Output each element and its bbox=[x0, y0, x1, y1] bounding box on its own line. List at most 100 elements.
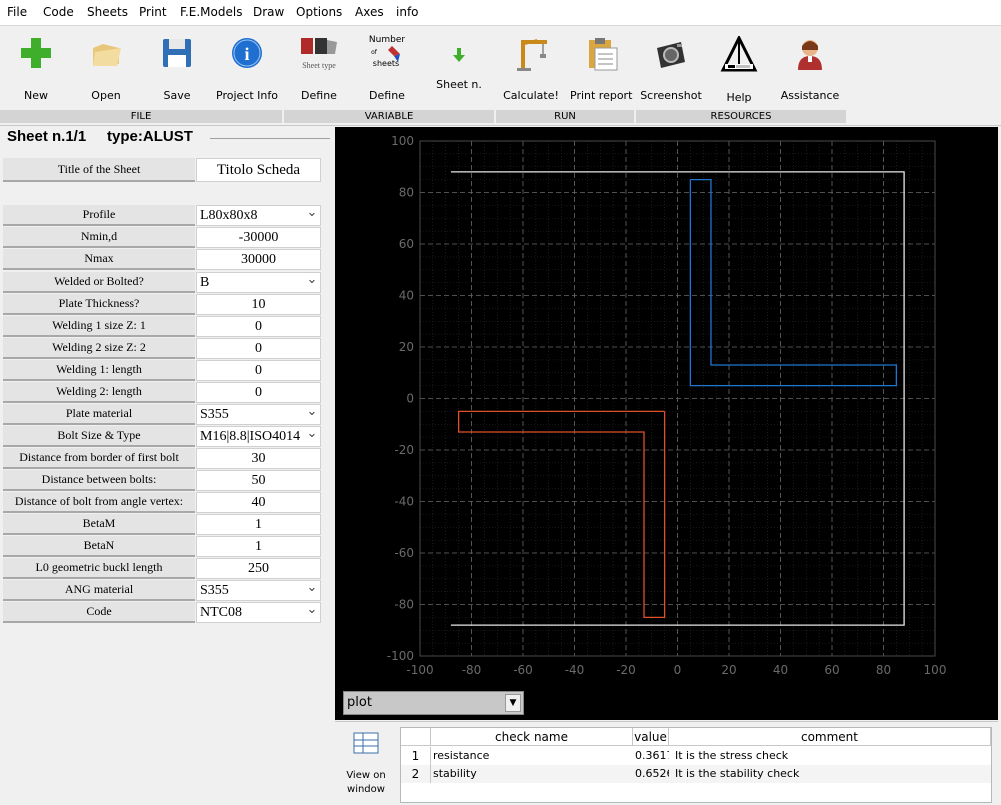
menu-info[interactable]: info bbox=[396, 5, 419, 19]
param-input[interactable]: 250 bbox=[196, 558, 321, 579]
param-input[interactable]: 0 bbox=[196, 338, 321, 359]
chevron-down-icon: ⌄ bbox=[304, 581, 320, 600]
view-on-window-button[interactable]: View on window bbox=[335, 728, 397, 804]
chevron-down-icon: ⌄ bbox=[304, 206, 320, 225]
comment-cell: It is the stability check bbox=[669, 765, 991, 783]
assistance-label: Assistance bbox=[780, 89, 840, 102]
param-dropdown[interactable]: M16|8.8|ISO4014 ⌄ bbox=[196, 426, 321, 447]
sheet-type-icon: Sheet type bbox=[301, 38, 337, 70]
column-header-value[interactable]: value bbox=[633, 728, 669, 746]
y-tick-label: 60 bbox=[399, 237, 414, 251]
title-of-sheet-input[interactable]: Titolo Scheda bbox=[196, 158, 321, 182]
new-label: New bbox=[24, 89, 48, 102]
svg-text:Sheet type: Sheet type bbox=[302, 61, 336, 70]
x-tick-label: 100 bbox=[924, 663, 947, 677]
param-dropdown[interactable]: S355 ⌄ bbox=[196, 580, 321, 601]
plot-selector-value: plot bbox=[347, 695, 372, 710]
comment-cell: It is the stress check bbox=[669, 747, 991, 765]
help-tent-icon bbox=[720, 36, 758, 72]
param-row: Plate Thickness? 10 bbox=[3, 294, 321, 315]
y-tick-label: 0 bbox=[406, 392, 414, 406]
plot-area[interactable]: -100 -80 -60 -40 -20 0 20 40 60 80 100 100 80 60 40 20 0… bbox=[335, 127, 998, 720]
assistant-icon bbox=[798, 40, 822, 70]
x-tick-label: 60 bbox=[824, 663, 839, 677]
results-panel: View on window check name value comment … bbox=[335, 721, 998, 805]
column-header-check-name[interactable]: check name bbox=[431, 728, 633, 746]
y-tick-label: -80 bbox=[394, 598, 414, 612]
x-tick-label: -100 bbox=[406, 663, 433, 677]
screenshot-label: Screenshot bbox=[640, 89, 702, 102]
param-input[interactable]: 10 bbox=[196, 294, 321, 315]
group-file: FILE bbox=[0, 110, 282, 123]
new-button[interactable]: New bbox=[12, 26, 60, 110]
param-input[interactable]: -30000 bbox=[196, 227, 321, 248]
help-button[interactable]: Help bbox=[712, 26, 766, 110]
x-tick-label: -20 bbox=[616, 663, 636, 677]
param-row: BetaN 1 bbox=[3, 536, 321, 557]
folder-icon bbox=[93, 44, 121, 66]
param-label: BetaN bbox=[3, 536, 195, 557]
define-number-sheets-button[interactable]: Number of sheets Define bbox=[360, 26, 414, 110]
param-label: Distance between bolts: bbox=[3, 470, 195, 491]
save-button[interactable]: Save bbox=[153, 26, 201, 110]
param-row: Welding 1: length 0 bbox=[3, 360, 321, 381]
print-report-button[interactable]: Print report bbox=[570, 26, 632, 110]
param-dropdown[interactable]: NTC08 ⌄ bbox=[196, 602, 321, 623]
param-input[interactable]: 30000 bbox=[196, 249, 321, 270]
param-row: Welding 2 size Z: 20 bbox=[3, 338, 321, 359]
param-label: Welding 1 size Z: 1 bbox=[3, 316, 195, 337]
param-label: Nmax bbox=[3, 249, 195, 270]
param-row: Welded or Bolted? B ⌄ bbox=[3, 272, 321, 293]
param-dropdown[interactable]: S355 ⌄ bbox=[196, 404, 321, 425]
sheet-form-panel: Sheet n.1/1 type:ALUST Title of the Shee… bbox=[0, 127, 334, 805]
assistance-button[interactable]: Assistance bbox=[780, 26, 840, 110]
param-label: L0 geometric buckl length bbox=[3, 558, 195, 579]
param-dropdown[interactable]: B ⌄ bbox=[196, 272, 321, 293]
param-input[interactable]: 30 bbox=[196, 448, 321, 469]
param-input[interactable]: 0 bbox=[196, 382, 321, 403]
help-label: Help bbox=[726, 91, 752, 104]
sheet-n-button[interactable]: Sheet n. bbox=[432, 26, 486, 110]
define-sheet-type-label: Define bbox=[301, 89, 337, 102]
chevron-down-icon: ⌄ bbox=[304, 427, 320, 446]
param-input[interactable]: 1 bbox=[196, 536, 321, 557]
param-row: Distance between bolts: 50 bbox=[3, 470, 321, 491]
x-tick-label: -60 bbox=[513, 663, 533, 677]
param-input[interactable]: 40 bbox=[196, 492, 321, 513]
param-dropdown-value: M16|8.8|ISO4014 bbox=[200, 429, 301, 444]
project-info-button[interactable]: i Project Info bbox=[214, 26, 280, 110]
check-name-cell: stability bbox=[431, 765, 633, 783]
menu-axes[interactable]: Axes bbox=[355, 5, 384, 19]
menu-draw[interactable]: Draw bbox=[253, 5, 284, 19]
menu-file[interactable]: File bbox=[7, 5, 27, 19]
param-input[interactable]: 0 bbox=[196, 316, 321, 337]
y-tick-label: 20 bbox=[399, 340, 414, 354]
menu-code[interactable]: Code bbox=[43, 5, 74, 19]
define-sheet-type-button[interactable]: Sheet type Define bbox=[292, 26, 346, 110]
param-row: Welding 1 size Z: 10 bbox=[3, 316, 321, 337]
menu-fe-models[interactable]: F.E.Models bbox=[180, 5, 242, 19]
param-label: Plate Thickness? bbox=[3, 294, 195, 315]
param-label: Distance from border of first bolt bbox=[3, 448, 195, 469]
param-dropdown-value: B bbox=[200, 275, 210, 290]
y-tick-label: 100 bbox=[391, 134, 414, 148]
menu-options[interactable]: Options bbox=[296, 5, 342, 19]
param-dropdown[interactable]: L80x80x8 ⌄ bbox=[196, 205, 321, 226]
plot-selector[interactable]: plot ▼ bbox=[343, 691, 524, 715]
title-row: Title of the Sheet Titolo Scheda bbox=[3, 158, 321, 182]
x-tick-label: -80 bbox=[462, 663, 482, 677]
screenshot-button[interactable]: Screenshot bbox=[640, 26, 702, 110]
param-input[interactable]: 1 bbox=[196, 514, 321, 535]
param-input[interactable]: 50 bbox=[196, 470, 321, 491]
svg-text:of: of bbox=[371, 49, 378, 56]
column-header-comment[interactable]: comment bbox=[669, 728, 991, 746]
menu-print[interactable]: Print bbox=[139, 5, 167, 19]
menu-sheets[interactable]: Sheets bbox=[87, 5, 128, 19]
open-button[interactable]: Open bbox=[82, 26, 130, 110]
y-tick-label: -60 bbox=[394, 546, 414, 560]
sheet-header-divider bbox=[210, 138, 330, 139]
x-tick-label: 20 bbox=[721, 663, 736, 677]
down-arrow-icon bbox=[453, 48, 465, 62]
param-input[interactable]: 0 bbox=[196, 360, 321, 381]
calculate-button[interactable]: Calculate! bbox=[502, 26, 560, 110]
